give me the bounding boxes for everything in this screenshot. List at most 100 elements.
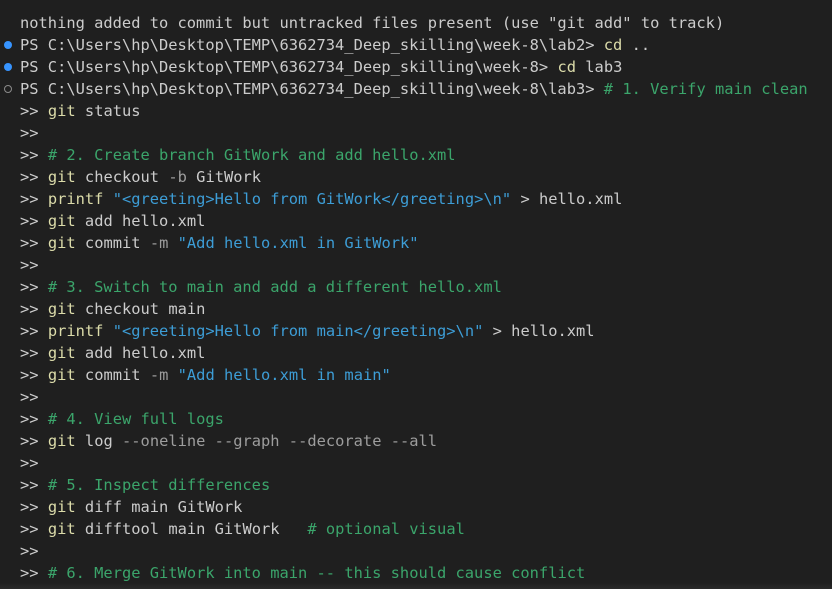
command-parameter: -m bbox=[149, 234, 169, 252]
continuation-line: >> bbox=[20, 452, 39, 474]
command-name: cd bbox=[557, 58, 576, 76]
shell-prompt: PS C:\Users\hp\Desktop\TEMP\6362734_Deep… bbox=[20, 80, 595, 98]
git-command: git bbox=[47, 234, 76, 252]
continuation-line: >> git add hello.xml bbox=[20, 342, 205, 364]
continuation-prompt: >> bbox=[20, 366, 39, 384]
redirection: > hello.xml bbox=[520, 190, 623, 208]
continuation-prompt: >> bbox=[20, 476, 39, 494]
continuation-prompt: >> bbox=[20, 388, 39, 406]
command-args: checkout main bbox=[84, 300, 206, 318]
continuation-line: >> git log --oneline --graph --decorate … bbox=[20, 430, 437, 452]
continuation-prompt: >> bbox=[20, 234, 39, 252]
continuation-prompt: >> bbox=[20, 564, 39, 582]
comment-text: # 6. Merge GitWork into main -- this sho… bbox=[47, 564, 586, 582]
comment-text: # 5. Inspect differences bbox=[47, 476, 271, 494]
continuation-line: >> git commit -m "Add hello.xml in GitWo… bbox=[20, 232, 419, 254]
command-argument: .. bbox=[631, 36, 651, 54]
continuation-line: >> git diff main GitWork bbox=[20, 496, 242, 518]
continuation-line: >> # 6. Merge GitWork into main -- this … bbox=[20, 562, 585, 584]
git-command: git bbox=[47, 168, 76, 186]
git-command: git bbox=[47, 520, 76, 538]
continuation-line: >> bbox=[20, 122, 39, 144]
command-parameter: -b bbox=[168, 168, 187, 186]
comment-text: # 4. View full logs bbox=[47, 410, 224, 428]
command-success-dot-icon[interactable] bbox=[4, 41, 12, 49]
continuation-line: >> bbox=[20, 540, 39, 562]
shell-command: printf bbox=[47, 190, 104, 208]
prompt-line: PS C:\Users\hp\Desktop\TEMP\6362734_Deep… bbox=[20, 78, 808, 100]
continuation-prompt: >> bbox=[20, 256, 39, 274]
command-parameter: --oneline --graph --decorate --all bbox=[122, 432, 438, 450]
command-args: add hello.xml bbox=[84, 212, 206, 230]
continuation-prompt: >> bbox=[20, 146, 39, 164]
continuation-line: >> git status bbox=[20, 100, 141, 122]
command-args: checkout bbox=[84, 168, 160, 186]
continuation-line: >> # 5. Inspect differences bbox=[20, 474, 270, 496]
continuation-prompt: >> bbox=[20, 498, 39, 516]
git-command: git bbox=[47, 212, 76, 230]
continuation-prompt: >> bbox=[20, 432, 39, 450]
continuation-line: >> # 3. Switch to main and add a differe… bbox=[20, 276, 502, 298]
continuation-line: >> # 2. Create branch GitWork and add he… bbox=[20, 144, 456, 166]
prompt-line: PS C:\Users\hp\Desktop\TEMP\6362734_Deep… bbox=[20, 34, 650, 56]
scroll-shadow bbox=[0, 583, 832, 589]
redirection: > hello.xml bbox=[492, 322, 595, 340]
shell-prompt: PS C:\Users\hp\Desktop\TEMP\6362734_Deep… bbox=[20, 36, 595, 54]
continuation-prompt: >> bbox=[20, 278, 39, 296]
string-literal: "Add hello.xml in GitWork" bbox=[177, 234, 419, 252]
status-text: nothing added to commit but untracked fi… bbox=[20, 14, 725, 32]
continuation-line: >> git difftool main GitWork # optional … bbox=[20, 518, 465, 540]
command-comment: # 1. Verify main clean bbox=[603, 80, 808, 98]
command-pending-circle-icon[interactable] bbox=[4, 85, 12, 93]
shell-command: printf bbox=[47, 322, 104, 340]
continuation-line: >> bbox=[20, 386, 39, 408]
continuation-line: >> # 4. View full logs bbox=[20, 408, 224, 430]
continuation-line: >> printf "<greeting>Hello from main</gr… bbox=[20, 320, 595, 342]
continuation-prompt: >> bbox=[20, 344, 39, 362]
continuation-prompt: >> bbox=[20, 102, 39, 120]
shell-prompt: PS C:\Users\hp\Desktop\TEMP\6362734_Deep… bbox=[20, 58, 549, 76]
command-name: cd bbox=[603, 36, 623, 54]
continuation-prompt: >> bbox=[20, 410, 39, 428]
comment-text: # 2. Create branch GitWork and add hello… bbox=[47, 146, 456, 164]
command-argument: lab3 bbox=[585, 58, 623, 76]
command-args: commit bbox=[84, 234, 141, 252]
command-args: add hello.xml bbox=[84, 344, 206, 362]
continuation-prompt: >> bbox=[20, 454, 39, 472]
command-parameter: -m bbox=[149, 366, 169, 384]
command-args: difftool main GitWork bbox=[84, 520, 280, 538]
continuation-prompt: >> bbox=[20, 520, 39, 538]
continuation-line: >> git checkout main bbox=[20, 298, 205, 320]
string-literal: "Add hello.xml in main" bbox=[177, 366, 391, 384]
continuation-prompt: >> bbox=[20, 190, 39, 208]
git-command: git bbox=[47, 102, 76, 120]
continuation-prompt: >> bbox=[20, 168, 39, 186]
continuation-prompt: >> bbox=[20, 542, 39, 560]
inline-comment: # optional visual bbox=[307, 520, 465, 538]
git-command: git bbox=[47, 366, 76, 384]
continuation-line: >> git commit -m "Add hello.xml in main" bbox=[20, 364, 391, 386]
string-literal: "<greeting>Hello from GitWork</greeting>… bbox=[112, 190, 512, 208]
comment-text: # 3. Switch to main and add a different … bbox=[47, 278, 502, 296]
continuation-line: >> git checkout -b GitWork bbox=[20, 166, 261, 188]
command-args: log bbox=[84, 432, 113, 450]
prompt-line: PS C:\Users\hp\Desktop\TEMP\6362734_Deep… bbox=[20, 56, 622, 78]
command-args: diff main GitWork bbox=[84, 498, 243, 516]
git-command: git bbox=[47, 300, 76, 318]
command-success-dot-icon[interactable] bbox=[4, 63, 12, 71]
continuation-line: >> printf "<greeting>Hello from GitWork<… bbox=[20, 188, 622, 210]
continuation-prompt: >> bbox=[20, 300, 39, 318]
git-command: git bbox=[47, 432, 76, 450]
continuation-prompt: >> bbox=[20, 322, 39, 340]
command-args: status bbox=[84, 102, 141, 120]
continuation-line: >> bbox=[20, 254, 39, 276]
status-message: nothing added to commit but untracked fi… bbox=[20, 12, 724, 34]
string-literal: "<greeting>Hello from main</greeting>\n" bbox=[112, 322, 484, 340]
continuation-prompt: >> bbox=[20, 124, 39, 142]
continuation-prompt: >> bbox=[20, 212, 39, 230]
continuation-line: >> git add hello.xml bbox=[20, 210, 205, 232]
git-command: git bbox=[47, 498, 76, 516]
terminal-panel[interactable]: nothing added to commit but untracked fi… bbox=[0, 0, 832, 589]
git-command: git bbox=[47, 344, 76, 362]
